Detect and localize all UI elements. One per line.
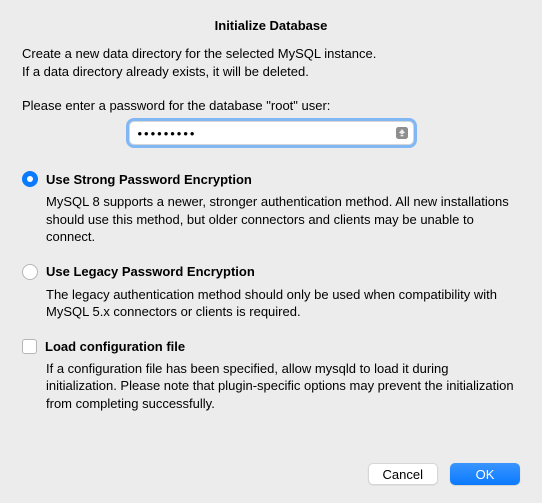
load-config-desc: If a configuration file has been specifi… bbox=[22, 360, 520, 413]
option-load-config: Load configuration file If a configurati… bbox=[22, 339, 520, 413]
option-head: Use Legacy Password Encryption bbox=[22, 264, 520, 280]
strong-encryption-label: Use Strong Password Encryption bbox=[46, 172, 252, 187]
option-head: Load configuration file bbox=[22, 339, 520, 354]
radio-legacy-encryption[interactable] bbox=[22, 264, 38, 280]
legacy-encryption-label: Use Legacy Password Encryption bbox=[46, 264, 255, 279]
password-row bbox=[22, 121, 520, 145]
dialog-buttons: Cancel OK bbox=[22, 463, 520, 485]
password-input-wrap bbox=[129, 121, 414, 145]
checkbox-load-config[interactable] bbox=[22, 339, 37, 354]
initialize-database-dialog: Initialize Database Create a new data di… bbox=[0, 0, 542, 503]
cancel-button[interactable]: Cancel bbox=[368, 463, 438, 485]
radio-strong-encryption[interactable] bbox=[22, 171, 38, 187]
intro-line1: Create a new data directory for the sele… bbox=[22, 46, 376, 61]
dialog-title: Initialize Database bbox=[22, 18, 520, 33]
root-password-input[interactable] bbox=[129, 121, 414, 145]
load-config-label: Load configuration file bbox=[45, 339, 185, 354]
strong-encryption-desc: MySQL 8 supports a newer, stronger authe… bbox=[22, 193, 520, 246]
caps-lock-icon bbox=[394, 125, 410, 141]
option-strong-encryption: Use Strong Password Encryption MySQL 8 s… bbox=[22, 171, 520, 246]
password-prompt: Please enter a password for the database… bbox=[22, 98, 520, 113]
ok-button[interactable]: OK bbox=[450, 463, 520, 485]
option-head: Use Strong Password Encryption bbox=[22, 171, 520, 187]
intro-text: Create a new data directory for the sele… bbox=[22, 45, 520, 80]
intro-line2: If a data directory already exists, it w… bbox=[22, 64, 309, 79]
option-legacy-encryption: Use Legacy Password Encryption The legac… bbox=[22, 264, 520, 321]
legacy-encryption-desc: The legacy authentication method should … bbox=[22, 286, 520, 321]
